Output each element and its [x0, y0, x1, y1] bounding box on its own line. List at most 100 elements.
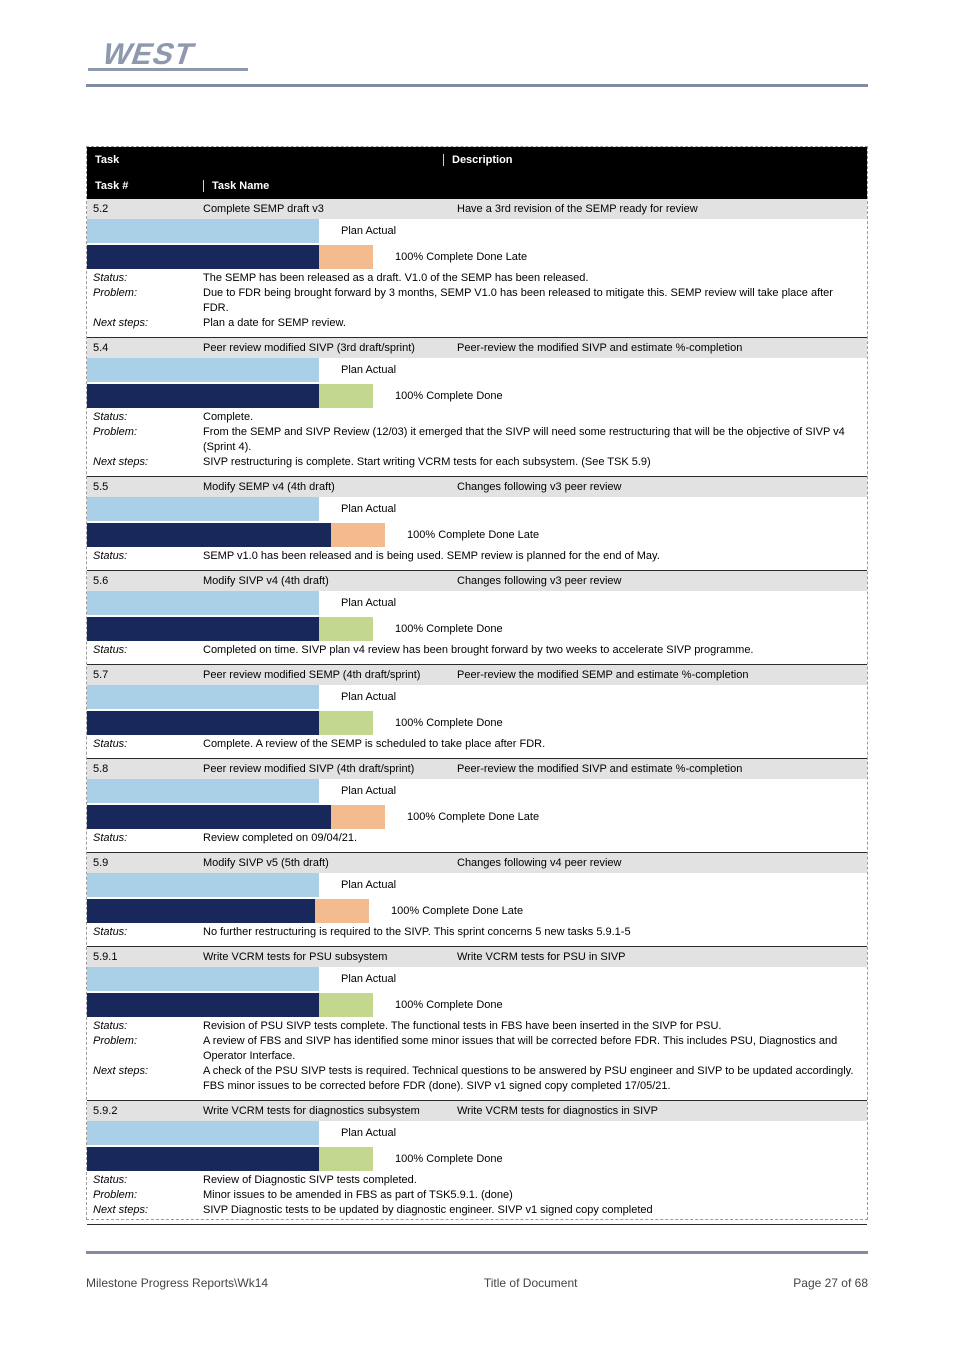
footer-title: Title of Document	[484, 1276, 578, 1290]
plan-bar	[87, 779, 319, 803]
status-chip	[319, 384, 373, 408]
label-next: Next steps:	[93, 1064, 203, 1094]
actual-bar-row: 100% Complete Done	[87, 993, 867, 1017]
row-body: Status:Review of Diagnostic SIVP tests c…	[87, 1171, 867, 1224]
actual-bar-row: 100% Complete Done	[87, 1147, 867, 1171]
text-status: The SEMP has been released as a draft. V…	[203, 271, 588, 286]
label-problem: Problem:	[93, 425, 203, 455]
cell-desc: Changes following v3 peer review	[451, 575, 867, 587]
plan-actual-legend: Plan Actual	[341, 973, 396, 985]
plan-bar-row: Plan Actual	[87, 967, 867, 991]
row-band: 5.7Peer review modified SEMP (4th draft/…	[87, 665, 867, 685]
status-chip	[319, 617, 373, 641]
plan-actual-legend: Plan Actual	[341, 503, 396, 515]
plan-bar	[87, 591, 319, 615]
plan-actual-legend: Plan Actual	[341, 879, 396, 891]
label-status: Status:	[93, 831, 203, 846]
cell-taskname: Modify SIVP v4 (4th draft)	[199, 575, 451, 587]
row-body: Status:SEMP v1.0 has been released and i…	[87, 547, 867, 570]
cell-taskname: Write VCRM tests for PSU subsystem	[199, 951, 451, 963]
completion-legend: 100% Complete Done	[395, 717, 503, 729]
bottom-rule	[86, 1251, 868, 1254]
cell-taskname: Peer review modified SIVP (3rd draft/spr…	[199, 342, 451, 354]
text-problem: Due to FDR being brought forward by 3 mo…	[203, 286, 861, 316]
row-band: 5.9Modify SIVP v5 (5th draft)Changes fol…	[87, 853, 867, 873]
cell-taskname: Modify SEMP v4 (4th draft)	[199, 481, 451, 493]
label-problem: Problem:	[93, 1034, 203, 1064]
table-row: 5.9Modify SIVP v5 (5th draft)Changes fol…	[87, 853, 867, 947]
actual-bar-row: 100% Complete Done Late	[87, 899, 867, 923]
actual-bar	[87, 899, 315, 923]
label-problem: Problem:	[93, 1188, 203, 1203]
col-task: Task	[87, 154, 443, 166]
row-body: Status:Complete.Problem:From the SEMP an…	[87, 408, 867, 476]
cell-desc: Changes following v3 peer review	[451, 481, 867, 493]
cell-desc: Changes following v4 peer review	[451, 857, 867, 869]
actual-bar-row: 100% Complete Done	[87, 711, 867, 735]
table-row: 5.9.2Write VCRM tests for diagnostics su…	[87, 1101, 867, 1225]
row-band: 5.4Peer review modified SIVP (3rd draft/…	[87, 338, 867, 358]
plan-bar-row: Plan Actual	[87, 358, 867, 382]
actual-bar	[87, 245, 319, 269]
plan-actual-legend: Plan Actual	[341, 785, 396, 797]
text-status: Revision of PSU SIVP tests complete. The…	[203, 1019, 722, 1034]
cell-taskname: Peer review modified SEMP (4th draft/spr…	[199, 669, 451, 681]
plan-bar	[87, 219, 319, 243]
table-row: 5.5Modify SEMP v4 (4th draft)Changes fol…	[87, 477, 867, 571]
completion-legend: 100% Complete Done	[395, 623, 503, 635]
actual-bar	[87, 1147, 319, 1171]
row-body: Status:Completed on time. SIVP plan v4 r…	[87, 641, 867, 664]
cell-taskname: Peer review modified SIVP (4th draft/spr…	[199, 763, 451, 775]
plan-bar-row: Plan Actual	[87, 497, 867, 521]
cell-taskname: Modify SIVP v5 (5th draft)	[199, 857, 451, 869]
row-band: 5.5Modify SEMP v4 (4th draft)Changes fol…	[87, 477, 867, 497]
brand-logo: WEST	[88, 34, 908, 74]
text-status: Complete.	[203, 410, 253, 425]
actual-bar	[87, 711, 319, 735]
cell-taskname: Write VCRM tests for diagnostics subsyst…	[199, 1105, 451, 1117]
table-header: Task Description Task # Task Name	[87, 147, 867, 199]
cell-tasknum: 5.9.1	[87, 951, 199, 963]
status-chip	[319, 711, 373, 735]
plan-actual-legend: Plan Actual	[341, 225, 396, 237]
cell-tasknum: 5.4	[87, 342, 199, 354]
cell-desc: Write VCRM tests for diagnostics in SIVP	[451, 1105, 867, 1117]
page-footer: Milestone Progress Reports\Wk14 Title of…	[86, 1276, 868, 1290]
actual-bar	[87, 805, 331, 829]
plan-bar	[87, 358, 319, 382]
status-chip	[315, 899, 369, 923]
plan-bar-row: Plan Actual	[87, 873, 867, 897]
row-body: Status:Review completed on 09/04/21.	[87, 829, 867, 852]
report-table: Task Description Task # Task Name 5.2 Com…	[86, 146, 868, 1220]
plan-bar-row: Plan Actual	[87, 1121, 867, 1145]
table-row: 5.7Peer review modified SEMP (4th draft/…	[87, 665, 867, 759]
actual-bar-row: 100% Complete Done Late	[87, 523, 867, 547]
label-next: Next steps:	[93, 455, 203, 470]
col-desc: Description	[443, 154, 867, 166]
row-band: 5.9.1Write VCRM tests for PSU subsystemW…	[87, 947, 867, 967]
plan-actual-legend: Plan Actual	[341, 364, 396, 376]
actual-bar-row: 100% Complete Done Late	[87, 805, 867, 829]
text-status: Review completed on 09/04/21.	[203, 831, 357, 846]
plan-actual-legend: Plan Actual	[341, 691, 396, 703]
cell-desc: Write VCRM tests for PSU in SIVP	[451, 951, 867, 963]
cell-tasknum: 5.6	[87, 575, 199, 587]
label-status: Status:	[93, 1173, 203, 1188]
actual-bar	[87, 617, 319, 641]
table-row: 5.4Peer review modified SIVP (3rd draft/…	[87, 338, 867, 477]
cell-tasknum: 5.2	[87, 203, 199, 215]
completion-legend: 100% Complete Done Late	[395, 251, 527, 263]
actual-bar	[87, 384, 319, 408]
cell-desc: Peer-review the modified SIVP and estima…	[451, 342, 867, 354]
label-next: Next steps:	[93, 1203, 203, 1218]
col-taskname: Task Name	[203, 180, 460, 192]
plan-bar-row: Plan Actual	[87, 591, 867, 615]
cell-tasknum: 5.5	[87, 481, 199, 493]
cell-tasknum: 5.9.2	[87, 1105, 199, 1117]
status-chip	[331, 805, 385, 829]
plan-bar	[87, 497, 319, 521]
actual-bar	[87, 523, 331, 547]
footer-page: Page 27 of 68	[793, 1276, 868, 1290]
cell-tasknum: 5.8	[87, 763, 199, 775]
footer-path: Milestone Progress Reports\Wk14	[86, 1276, 268, 1290]
